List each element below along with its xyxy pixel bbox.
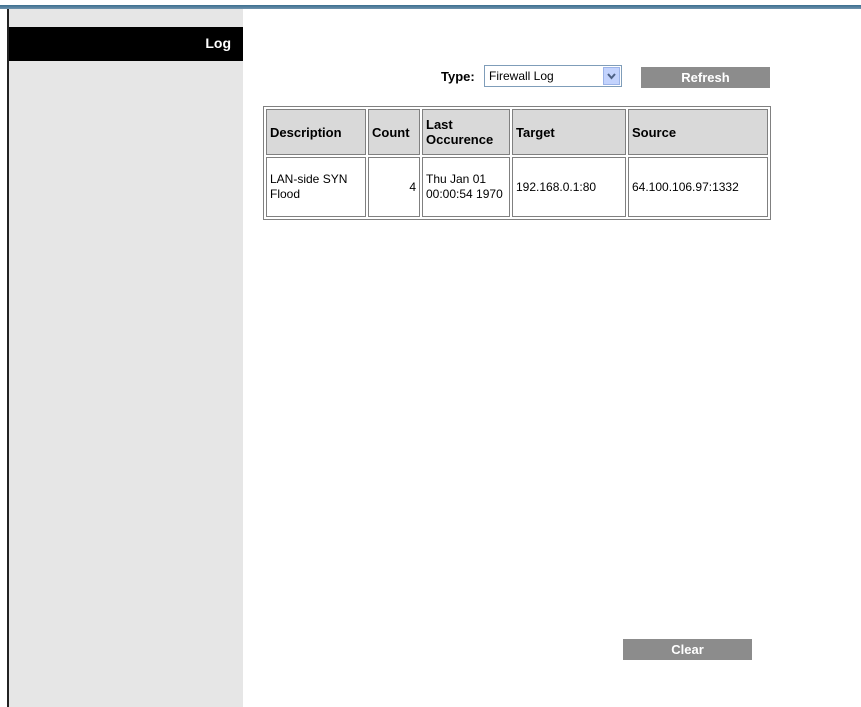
cell-count: 4 [368,157,420,217]
type-label: Type: [441,69,475,84]
log-table: Description Count Last Occurence Target … [263,106,771,220]
sidebar-title: Log [205,35,231,51]
header-target: Target [512,109,626,155]
chevron-down-icon[interactable] [603,67,620,85]
cell-description: LAN-side SYN Flood [266,157,366,217]
header-count: Count [368,109,420,155]
sidebar-header: Log [9,27,243,61]
clear-button[interactable]: Clear [623,639,752,660]
cell-target: 192.168.0.1:80 [512,157,626,217]
cell-last-occurence: Thu Jan 01 00:00:54 1970 [422,157,510,217]
header-last-occurence: Last Occurence [422,109,510,155]
log-type-select[interactable]: Firewall Log [484,65,622,87]
header-source: Source [628,109,768,155]
main-content: Type: Firewall Log Refresh Description C… [243,9,861,707]
log-type-selected-value: Firewall Log [489,69,554,83]
top-border [0,0,861,9]
sidebar: Log [9,9,243,707]
table-row: LAN-side SYN Flood 4 Thu Jan 01 00:00:54… [266,157,768,217]
refresh-button[interactable]: Refresh [641,67,770,88]
router-log-page: Log Type: Firewall Log Refresh Descripti… [0,0,861,707]
header-description: Description [266,109,366,155]
cell-source: 64.100.106.97:1332 [628,157,768,217]
table-header-row: Description Count Last Occurence Target … [266,109,768,155]
left-border [0,9,9,707]
